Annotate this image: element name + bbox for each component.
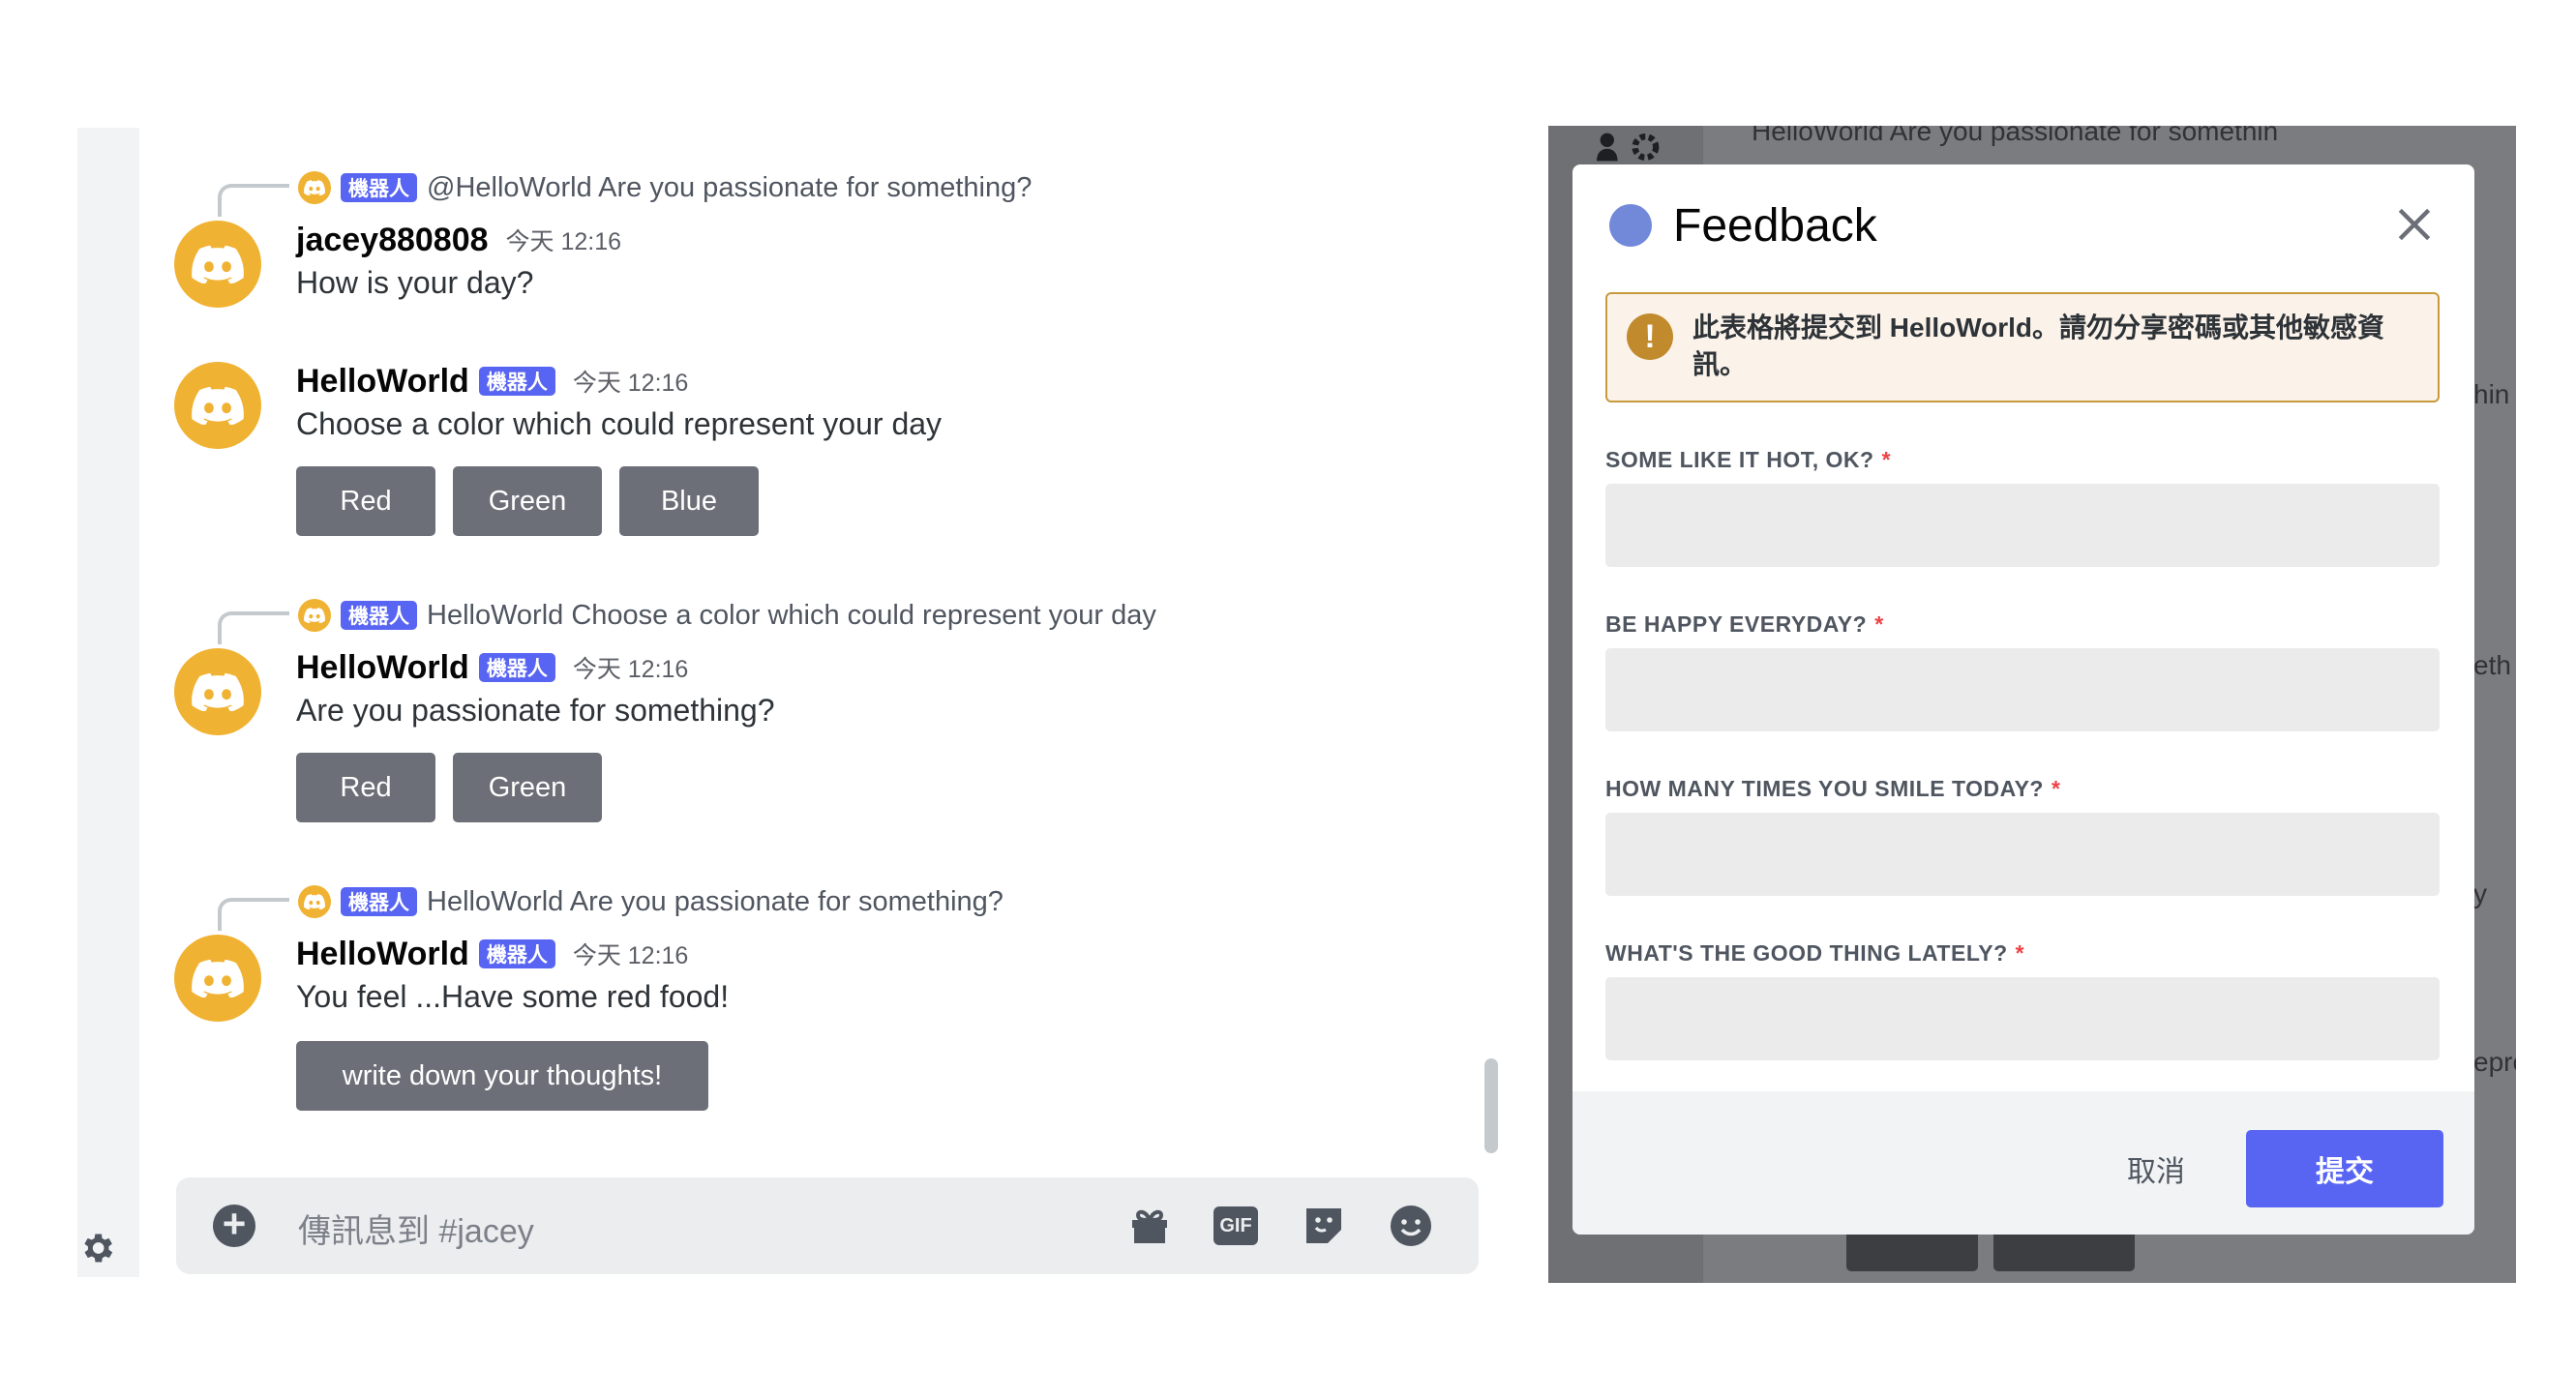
sticker-icon[interactable] <box>1301 1203 1347 1249</box>
discord-logo-icon <box>192 672 244 711</box>
timestamp: 今天 12:16 <box>572 942 689 969</box>
bot-badge: 機器人 <box>478 939 555 968</box>
dimmed-text-fragment: epre <box>2473 1047 2516 1077</box>
message-content: You feel ...Have some red food! <box>296 979 730 1014</box>
bot-badge: 機器人 <box>341 887 417 916</box>
username[interactable]: jacey880808 <box>296 222 489 259</box>
required-marker: * <box>2051 776 2061 801</box>
reply-avatar <box>298 171 331 204</box>
chat-panel: 機器人 @HelloWorld Are you passionate for s… <box>77 128 1498 1277</box>
message-content: How is your day? <box>296 265 534 300</box>
field-label: WHAT'S THE GOOD THING LATELY? * <box>1605 940 2024 967</box>
field-label: BE HAPPY EVERYDAY? * <box>1605 611 1884 638</box>
component-button-row: Red Green Blue <box>296 466 759 536</box>
avatar[interactable] <box>174 362 261 449</box>
be-happy-everyday-input[interactable] <box>1605 648 2440 731</box>
discord-logo-icon <box>304 894 325 909</box>
close-icon[interactable] <box>2393 203 2436 246</box>
gift-icon[interactable] <box>1126 1203 1173 1249</box>
dimmed-text-fragment: hin <box>2473 379 2510 409</box>
discord-logo-icon <box>192 245 244 283</box>
reply-connector <box>218 611 289 644</box>
bot-avatar-icon <box>1609 204 1652 247</box>
some-like-it-hot-input[interactable] <box>1605 484 2440 567</box>
bot-badge: 機器人 <box>478 367 555 396</box>
discord-logo-icon <box>192 386 244 425</box>
reply-connector <box>218 898 289 931</box>
field-label-text: HOW MANY TIMES YOU SMILE TODAY? <box>1605 776 2044 801</box>
write-thoughts-button[interactable]: write down your thoughts! <box>296 1041 708 1111</box>
message-header: HelloWorld 機器人 今天 12:16 <box>296 360 688 402</box>
blue-button[interactable]: Blue <box>619 466 759 536</box>
component-button-row: write down your thoughts! <box>296 1041 708 1111</box>
required-marker: * <box>1874 611 1884 637</box>
reply-avatar <box>298 599 331 632</box>
field-label: SOME LIKE IT HOT, OK? * <box>1605 447 1891 473</box>
field-label: HOW MANY TIMES YOU SMILE TODAY? * <box>1605 776 2060 802</box>
warning-banner: ! 此表格將提交到 HelloWorld。請勿分享密碼或其他敏感資訊。 <box>1605 292 2440 402</box>
username[interactable]: HelloWorld <box>296 936 469 973</box>
bot-badge: 機器人 <box>341 601 417 630</box>
reply-connector <box>218 184 289 217</box>
required-marker: * <box>2015 940 2025 966</box>
bot-badge: 機器人 <box>478 653 555 682</box>
submit-button[interactable]: 提交 <box>2246 1130 2443 1207</box>
username[interactable]: HelloWorld <box>296 649 469 687</box>
modal-header: Feedback <box>1609 192 1877 259</box>
warning-text: 此表格將提交到 HelloWorld。請勿分享密碼或其他敏感資訊。 <box>1692 313 2385 379</box>
discord-logo-icon <box>192 959 244 997</box>
reply-text: HelloWorld Are you passionate for someth… <box>427 885 1003 917</box>
field-label-text: WHAT'S THE GOOD THING LATELY? <box>1605 940 2008 966</box>
timestamp: 今天 12:16 <box>572 656 689 683</box>
timestamp: 今天 12:16 <box>572 370 689 397</box>
message-content: Are you passionate for something? <box>296 693 775 728</box>
add-attachment-icon[interactable]: + <box>213 1204 255 1247</box>
reply-text: HelloWorld Choose a color which could re… <box>427 599 1156 631</box>
cancel-button[interactable]: 取消 <box>2095 1130 2217 1207</box>
reply-preview[interactable]: 機器人 @HelloWorld Are you passionate for s… <box>298 168 1032 207</box>
green-button[interactable]: Green <box>453 753 602 822</box>
red-button[interactable]: Red <box>296 466 435 536</box>
user-settings-icon <box>1597 133 1660 162</box>
message-header: HelloWorld 機器人 今天 12:16 <box>296 646 688 689</box>
timestamp: 今天 12:16 <box>505 228 622 255</box>
modal-footer: 取消 提交 <box>1573 1091 2474 1235</box>
avatar[interactable] <box>174 935 261 1022</box>
message-input-bar: + 傳訊息到 #jacey GIF <box>176 1177 1479 1274</box>
modal-screen: HelloWorld Are you passionate for someth… <box>1548 126 2516 1283</box>
smile-count-input[interactable] <box>1605 813 2440 896</box>
red-button[interactable]: Red <box>296 753 435 822</box>
message-content: Choose a color which could represent you… <box>296 406 943 441</box>
message-header: HelloWorld 機器人 今天 12:16 <box>296 933 688 975</box>
good-thing-lately-input[interactable] <box>1605 977 2440 1060</box>
emoji-icon[interactable] <box>1388 1203 1434 1249</box>
component-button-row: Red Green <box>296 753 602 822</box>
reply-text: @HelloWorld Are you passionate for somet… <box>427 171 1033 203</box>
bot-badge: 機器人 <box>341 173 417 202</box>
reply-preview[interactable]: 機器人 HelloWorld Are you passionate for so… <box>298 882 1003 921</box>
required-marker: * <box>1881 447 1892 472</box>
avatar[interactable] <box>174 221 261 308</box>
message-input[interactable]: 傳訊息到 #jacey <box>298 1205 534 1252</box>
server-sidebar-strip <box>77 128 139 1277</box>
gif-icon[interactable]: GIF <box>1213 1206 1258 1245</box>
field-label-text: BE HAPPY EVERYDAY? <box>1605 611 1868 637</box>
warning-icon: ! <box>1627 313 1673 360</box>
feedback-modal: Feedback ! 此表格將提交到 HelloWorld。請勿分享密碼或其他敏… <box>1573 164 2474 1235</box>
avatar[interactable] <box>174 648 261 735</box>
reply-preview[interactable]: 機器人 HelloWorld Choose a color which coul… <box>298 596 1156 635</box>
message-header: jacey880808 今天 12:16 <box>296 219 621 261</box>
scrollbar[interactable] <box>1484 1058 1498 1153</box>
dimmed-reply-text: HelloWorld Are you passionate for someth… <box>1752 126 2279 146</box>
dimmed-text-fragment: eth <box>2473 650 2511 680</box>
username[interactable]: HelloWorld <box>296 363 469 401</box>
field-label-text: SOME LIKE IT HOT, OK? <box>1605 447 1874 472</box>
modal-title: Feedback <box>1673 199 1877 252</box>
green-button[interactable]: Green <box>453 466 602 536</box>
settings-gear-icon[interactable] <box>77 1229 116 1267</box>
reply-avatar <box>298 885 331 918</box>
discord-logo-icon <box>304 180 325 195</box>
dimmed-text-fragment: y <box>2473 878 2487 908</box>
discord-logo-icon <box>304 608 325 623</box>
